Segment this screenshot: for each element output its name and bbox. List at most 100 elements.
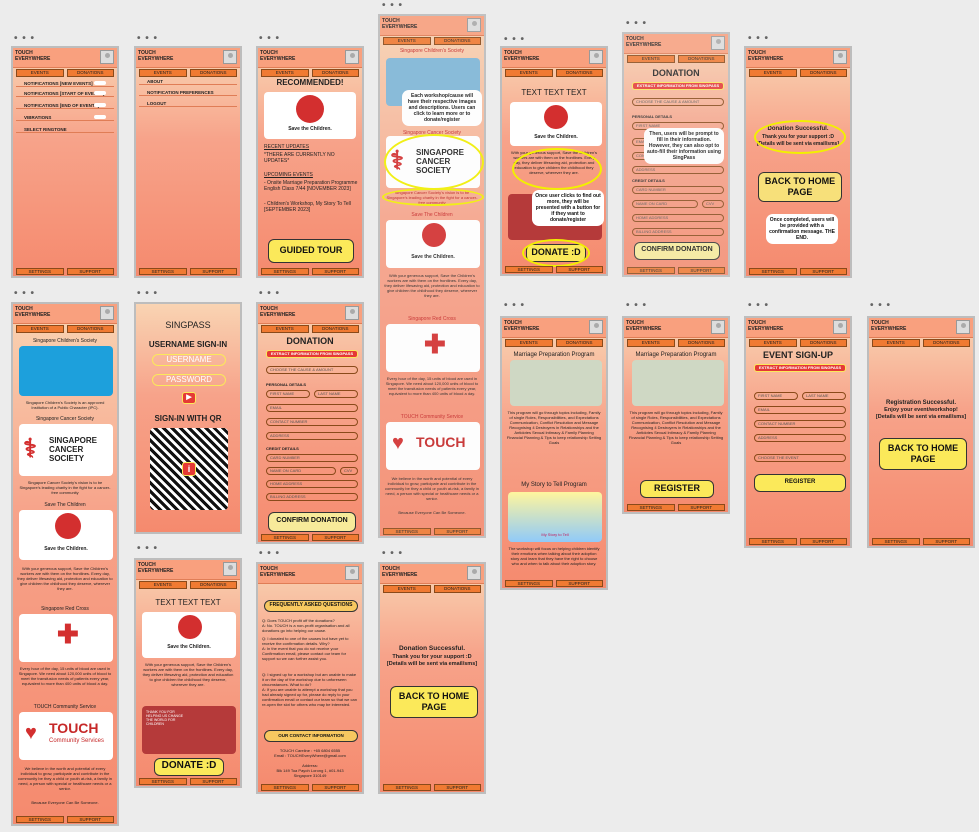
- tab-donations[interactable]: DONATIONS: [189, 581, 237, 589]
- submit-arrow-button[interactable]: ▶: [182, 392, 196, 404]
- tab-donations[interactable]: DONATIONS: [311, 69, 359, 77]
- avatar[interactable]: [589, 320, 603, 334]
- settings-button[interactable]: SETTINGS: [505, 580, 553, 587]
- tab-events[interactable]: EVENTS: [16, 69, 64, 77]
- settings-button[interactable]: SETTINGS: [749, 538, 797, 545]
- back-home-button[interactable]: BACK TO HOME PAGE: [390, 686, 478, 718]
- username-input[interactable]: USERNAME: [152, 354, 226, 366]
- event-1-image[interactable]: [510, 360, 602, 406]
- contact-field[interactable]: CONTACT NUMBER: [754, 420, 846, 428]
- tab-donations[interactable]: DONATIONS: [799, 69, 847, 77]
- event-2[interactable]: - Children's Workshop, My Story To Tell …: [264, 201, 358, 213]
- donate-button[interactable]: DONATE :D: [154, 758, 224, 776]
- support-button[interactable]: SUPPORT: [555, 580, 603, 587]
- childrens-society-card[interactable]: [19, 346, 113, 396]
- first-name-field[interactable]: FIRST NAME: [266, 390, 310, 398]
- home-address-field[interactable]: HOME ADDRESS: [266, 480, 358, 488]
- support-button[interactable]: SUPPORT: [66, 268, 114, 275]
- tab-events[interactable]: EVENTS: [16, 325, 64, 333]
- cvv-field[interactable]: CVV: [702, 200, 724, 208]
- avatar[interactable]: [223, 562, 237, 576]
- tab-events[interactable]: EVENTS: [505, 69, 553, 77]
- billing-address-field[interactable]: BILLING ADDRESS: [266, 493, 358, 501]
- last-name-field[interactable]: LAST NAME: [802, 392, 846, 400]
- avatar[interactable]: [345, 50, 359, 64]
- setting-end[interactable]: NOTIFICATIONS [END OF EVENTS]: [16, 102, 114, 109]
- settings-button[interactable]: SETTINGS: [139, 778, 187, 785]
- save-children-card[interactable]: Save the Children.: [386, 220, 480, 268]
- tab-events[interactable]: EVENTS: [261, 69, 309, 77]
- address-field[interactable]: ADDRESS: [754, 434, 846, 442]
- home-address-field[interactable]: HOME ADDRESS: [632, 214, 724, 222]
- card-name-field[interactable]: NAME ON CARD: [632, 200, 698, 208]
- avatar[interactable]: [467, 566, 481, 580]
- extract-singpass-button[interactable]: EXTRACT INFORMATION FROM SINGPASS: [754, 364, 846, 372]
- avatar[interactable]: [467, 18, 481, 32]
- billing-address-field[interactable]: BILLING ADDRESS: [632, 228, 724, 236]
- tab-events[interactable]: EVENTS: [139, 581, 187, 589]
- cause-amount-select[interactable]: CHOOSE THE CAUSE & AMOUNT: [266, 366, 358, 374]
- support-button[interactable]: SUPPORT: [311, 784, 359, 791]
- toggle[interactable]: [94, 81, 106, 85]
- cause-amount-select[interactable]: CHOOSE THE CAUSE & AMOUNT: [632, 98, 724, 106]
- toggle[interactable]: [94, 91, 106, 95]
- support-button[interactable]: SUPPORT: [922, 538, 970, 545]
- support-button[interactable]: SUPPORT: [189, 268, 237, 275]
- avatar[interactable]: [833, 50, 847, 64]
- support-button[interactable]: SUPPORT: [799, 538, 847, 545]
- tab-events[interactable]: EVENTS: [627, 55, 675, 63]
- address-field[interactable]: ADDRESS: [632, 166, 724, 174]
- email-field[interactable]: EMAIL: [266, 404, 358, 412]
- cvv-field[interactable]: CVV: [340, 467, 358, 475]
- tab-donations[interactable]: DONATIONS: [555, 339, 603, 347]
- menu-logout[interactable]: LOGOUT: [139, 100, 237, 107]
- event-1[interactable]: - Onsite Marriage Preparation Programme …: [264, 180, 358, 192]
- settings-button[interactable]: SETTINGS: [872, 538, 920, 545]
- save-children-card[interactable]: Save the Children.: [19, 510, 113, 560]
- back-home-button[interactable]: BACK TO HOME PAGE: [758, 172, 842, 202]
- setting-vibrations[interactable]: VIBRATIONS: [16, 114, 114, 121]
- card-number-field[interactable]: CARD NUMBER: [266, 454, 358, 462]
- tab-events[interactable]: EVENTS: [749, 69, 797, 77]
- settings-button[interactable]: SETTINGS: [505, 266, 553, 273]
- settings-button[interactable]: SETTINGS: [261, 534, 309, 541]
- tab-events[interactable]: EVENTS: [872, 339, 920, 347]
- event-2-image[interactable]: My Story to Tell: [508, 492, 602, 542]
- last-name-field[interactable]: LAST NAME: [314, 390, 358, 398]
- settings-button[interactable]: SETTINGS: [749, 268, 797, 275]
- password-input[interactable]: PASSWORD: [152, 374, 226, 386]
- extract-singpass-button[interactable]: EXTRACT INFORMATION FROM SINGPASS: [266, 350, 358, 358]
- avatar[interactable]: [833, 320, 847, 334]
- register-button[interactable]: REGISTER: [640, 480, 714, 498]
- support-button[interactable]: SUPPORT: [677, 504, 725, 511]
- tab-events[interactable]: EVENTS: [139, 69, 187, 77]
- tab-events[interactable]: EVENTS: [261, 325, 309, 333]
- tab-events[interactable]: EVENTS: [383, 585, 431, 593]
- avatar[interactable]: [345, 566, 359, 580]
- menu-about[interactable]: ABOUT: [139, 78, 237, 85]
- avatar[interactable]: [956, 320, 970, 334]
- settings-button[interactable]: SETTINGS: [16, 816, 64, 823]
- avatar[interactable]: [100, 50, 114, 64]
- settings-button[interactable]: SETTINGS: [627, 504, 675, 511]
- avatar[interactable]: [223, 50, 237, 64]
- touch-card[interactable]: TOUCH ♥: [386, 422, 480, 470]
- support-button[interactable]: SUPPORT: [311, 268, 359, 275]
- event-select[interactable]: CHOOSE THE EVENT: [754, 454, 846, 462]
- contact-field[interactable]: CONTACT NUMBER: [266, 418, 358, 426]
- avatar[interactable]: [100, 306, 114, 320]
- tab-donations[interactable]: DONATIONS: [799, 339, 847, 347]
- settings-button[interactable]: SETTINGS: [16, 268, 64, 275]
- tab-events[interactable]: EVENTS: [505, 339, 553, 347]
- support-button[interactable]: SUPPORT: [555, 266, 603, 273]
- setting-ringtone[interactable]: SELECT RINGTONE: [16, 126, 114, 133]
- setting-start[interactable]: NOTIFICATIONS [START OF EVENTS]: [16, 90, 114, 97]
- avatar[interactable]: [711, 36, 725, 50]
- guided-tour-button[interactable]: GUIDED TOUR: [268, 239, 354, 263]
- settings-button[interactable]: SETTINGS: [261, 268, 309, 275]
- support-button[interactable]: SUPPORT: [66, 816, 114, 823]
- tab-donations[interactable]: DONATIONS: [555, 69, 603, 77]
- settings-button[interactable]: SETTINGS: [139, 268, 187, 275]
- support-button[interactable]: SUPPORT: [433, 528, 481, 535]
- extract-singpass-button[interactable]: EXTRACT INFORMATION FROM SINGPASS: [632, 82, 724, 90]
